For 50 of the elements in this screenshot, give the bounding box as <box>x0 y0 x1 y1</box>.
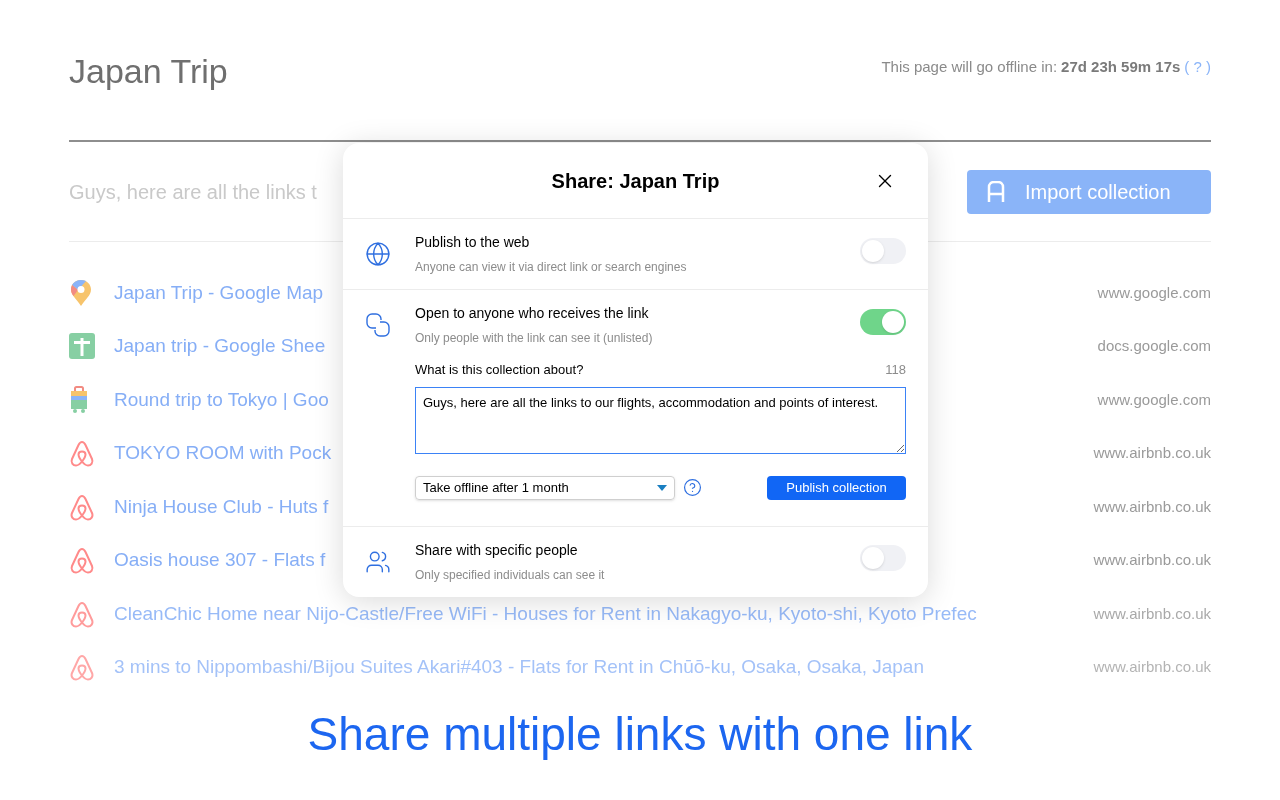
option-title: Share with specific people <box>415 540 579 560</box>
toggle-switch[interactable] <box>860 308 906 335</box>
link-title[interactable]: Japan trip - Google Shee <box>114 332 326 361</box>
loop-logo-icon <box>69 546 95 575</box>
link-title[interactable]: Oasis house 307 - Flats f <box>114 546 326 575</box>
link-domain: www.google.com <box>1097 282 1211 303</box>
dialog-title: Share: Japan Trip <box>551 168 720 194</box>
countdown: 27d 23h 59m 17s <box>1061 57 1181 77</box>
loop-logo-icon <box>69 653 95 682</box>
link-domain: docs.google.com <box>1097 336 1211 356</box>
help-icon[interactable] <box>683 478 702 497</box>
link-domain: www.airbnb.co.uk <box>1093 443 1211 463</box>
import-button[interactable]: Import collection <box>967 169 1211 214</box>
link-title[interactable]: Japan Trip - Google Map <box>114 278 324 307</box>
option-title: Publish to the web <box>415 233 531 252</box>
toggle-switch[interactable] <box>860 545 906 571</box>
suitcase-icon <box>69 385 89 414</box>
link-title[interactable]: CleanChic Home near Nijo-Castle/Free WiFi - Houses for Rent in Nakagyo-ku, Kyoto-shi, Kyoto Prefec <box>114 599 977 628</box>
spreadsheet-icon <box>69 333 95 360</box>
link-icon <box>365 312 391 338</box>
loop-logo-icon <box>69 492 95 521</box>
option-subtitle: Anyone can view it via direct link or search engines <box>415 259 687 276</box>
toggle-switch[interactable] <box>860 237 906 264</box>
link-domain: www.google.com <box>1097 389 1211 410</box>
map-pin-icon <box>69 278 93 307</box>
caret-icon <box>657 484 667 491</box>
globe-icon <box>365 241 391 267</box>
link-title[interactable]: Round trip to Tokyo | Goo <box>114 385 329 414</box>
option-subtitle: Only specified individuals can see it <box>415 566 605 584</box>
description-field[interactable]: Guys, here are all the links to our flights, accommodation and points of interest. <box>415 386 906 454</box>
help-link[interactable]: ( ? ) <box>1184 56 1211 79</box>
link-domain: www.airbnb.co.uk <box>1093 657 1211 677</box>
loop-logo-icon <box>69 599 95 628</box>
offline-notice: This page will go offline in: <box>881 57 1058 77</box>
expiry-select[interactable]: Take offline after 1 month <box>415 475 675 500</box>
loop-logo-icon <box>69 439 95 468</box>
link-domain: www.airbnb.co.uk <box>1093 603 1211 624</box>
link-title[interactable]: TOKYO ROOM with Pock <box>114 439 332 468</box>
seat-icon <box>987 180 1005 203</box>
link-title[interactable]: Ninja House Club - Huts f <box>114 492 329 521</box>
link-title[interactable]: 3 mins to Nippombashi/Bijou Suites Akari#403 - Flats for Rent in Chūō-ku, Osaka, Osaka, Japan <box>114 653 924 682</box>
caption: Share multiple links with one link <box>306 707 974 762</box>
page-title: Japan Trip <box>69 51 228 92</box>
link-domain: www.airbnb.co.uk <box>1093 496 1211 517</box>
option-subtitle: Only people with the link can see it (unlisted) <box>415 330 653 347</box>
character-count: 118 <box>885 361 906 379</box>
field-label: What is this collection about? <box>415 361 584 379</box>
option-title: Open to anyone who receives the link <box>415 304 650 323</box>
link-domain: www.airbnb.co.uk <box>1093 550 1211 570</box>
publish-button[interactable]: Publish collection <box>767 475 906 500</box>
